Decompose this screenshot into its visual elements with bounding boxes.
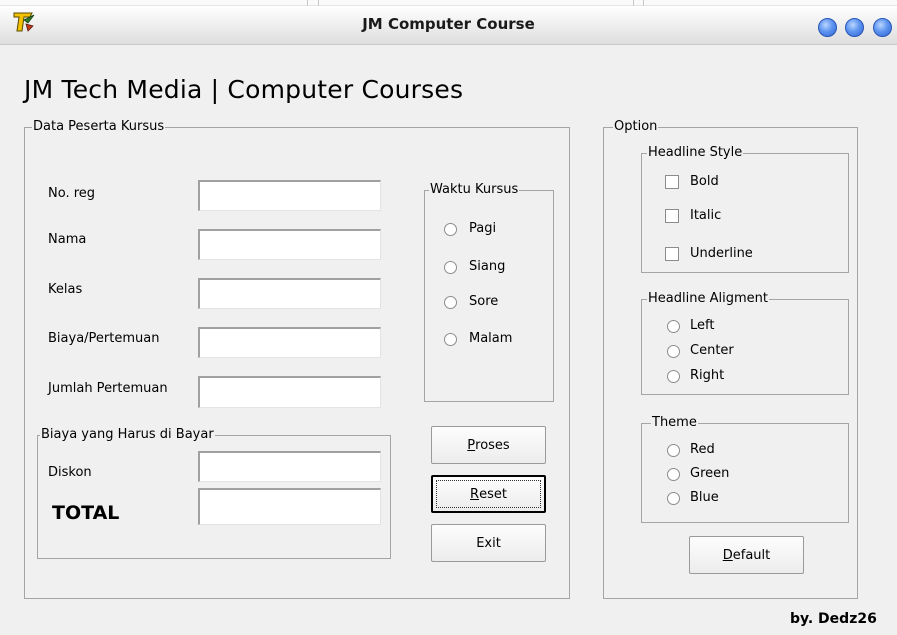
jumlah-pertemuan-input[interactable] bbox=[198, 376, 381, 408]
diskon-label: Diskon bbox=[48, 465, 92, 480]
radio-sore[interactable] bbox=[444, 296, 457, 309]
total-input[interactable] bbox=[198, 488, 381, 525]
checkbox-italic-label: Italic bbox=[690, 208, 722, 223]
radio-center-label: Center bbox=[690, 343, 734, 358]
author-credit: by. Dedz26 bbox=[790, 611, 877, 627]
headline-alignment-label: Headline Aligment bbox=[647, 291, 769, 307]
exit-button[interactable]: Exit bbox=[431, 524, 546, 562]
jumlah-pertemuan-label: Jumlah Pertemuan bbox=[48, 381, 168, 396]
default-button-mnemonic: D bbox=[722, 547, 733, 563]
option-group-label: Option bbox=[613, 119, 659, 135]
no-reg-input[interactable] bbox=[198, 180, 381, 211]
diskon-input[interactable] bbox=[198, 451, 381, 482]
page-headline: JM Tech Media | Computer Courses bbox=[24, 75, 464, 104]
default-button-label: efault bbox=[732, 547, 771, 563]
reset-button[interactable]: Reset bbox=[431, 475, 546, 513]
radio-pagi-label: Pagi bbox=[469, 221, 497, 236]
checkbox-underline-label: Underline bbox=[690, 246, 753, 261]
waktu-kursus-label: Waktu Kursus bbox=[429, 182, 520, 198]
radio-siang[interactable] bbox=[444, 261, 457, 274]
proses-button-mnemonic: P bbox=[467, 437, 476, 453]
checkbox-underline[interactable] bbox=[665, 247, 679, 261]
proses-button[interactable]: Proses bbox=[431, 426, 546, 464]
peserta-group-label: Data Peserta Kursus bbox=[32, 119, 166, 135]
radio-blue-label: Blue bbox=[690, 490, 719, 505]
checkbox-italic[interactable] bbox=[665, 209, 679, 223]
radio-malam[interactable] bbox=[444, 333, 457, 346]
checkbox-bold-label: Bold bbox=[690, 174, 719, 189]
headline-style-label: Headline Style bbox=[647, 145, 744, 161]
radio-red[interactable] bbox=[667, 444, 680, 457]
radio-green[interactable] bbox=[667, 468, 680, 481]
theme-label: Theme bbox=[651, 415, 698, 431]
default-button[interactable]: Default bbox=[689, 536, 804, 574]
biaya-pertemuan-input[interactable] bbox=[198, 327, 381, 358]
nama-label: Nama bbox=[48, 232, 87, 247]
biaya-pertemuan-label: Biaya/Pertemuan bbox=[48, 331, 160, 346]
radio-green-label: Green bbox=[690, 466, 730, 481]
kelas-input[interactable] bbox=[198, 278, 381, 309]
total-label: TOTAL bbox=[52, 502, 120, 524]
close-icon[interactable] bbox=[873, 18, 892, 37]
radio-red-label: Red bbox=[690, 442, 715, 457]
radio-right[interactable] bbox=[667, 370, 680, 383]
window-title: JM Computer Course bbox=[362, 15, 535, 33]
checkbox-bold[interactable] bbox=[665, 175, 679, 189]
exit-button-label: Exit bbox=[476, 535, 501, 551]
kelas-label: Kelas bbox=[48, 282, 83, 297]
radio-right-label: Right bbox=[690, 368, 725, 383]
radio-siang-label: Siang bbox=[469, 259, 506, 274]
radio-pagi[interactable] bbox=[444, 223, 457, 236]
radio-left-label: Left bbox=[690, 318, 715, 333]
nama-input[interactable] bbox=[198, 229, 381, 260]
radio-blue[interactable] bbox=[667, 492, 680, 505]
minimize-icon[interactable] bbox=[818, 18, 837, 37]
radio-malam-label: Malam bbox=[469, 331, 513, 346]
no-reg-label: No. reg bbox=[48, 186, 96, 201]
radio-left[interactable] bbox=[667, 320, 680, 333]
biaya-bayar-label: Biaya yang Harus di Bayar bbox=[40, 427, 215, 443]
radio-center[interactable] bbox=[667, 345, 680, 358]
radio-sore-label: Sore bbox=[469, 294, 499, 309]
proses-button-label: roses bbox=[475, 437, 510, 453]
maximize-icon[interactable] bbox=[845, 18, 864, 37]
